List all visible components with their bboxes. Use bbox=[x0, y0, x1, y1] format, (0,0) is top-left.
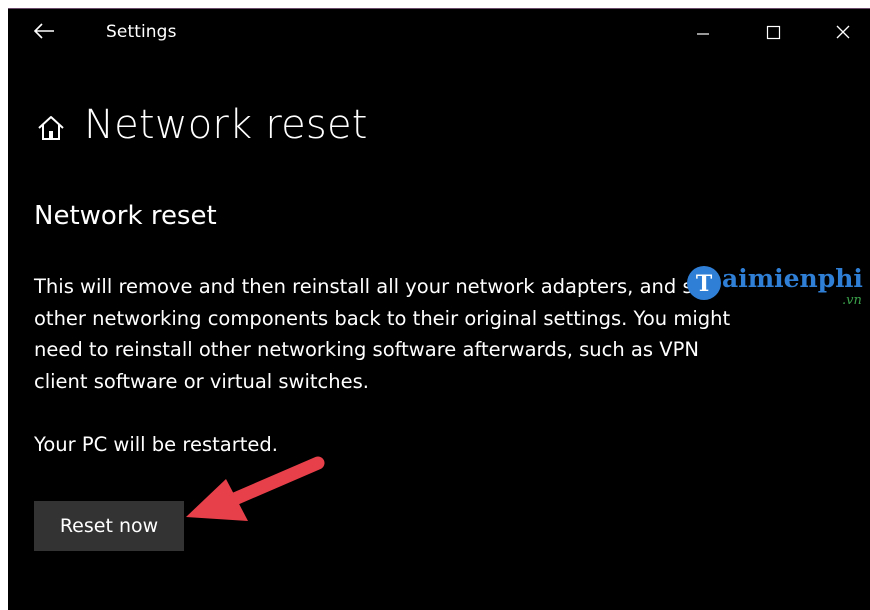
back-button[interactable] bbox=[30, 19, 58, 43]
svg-text:T: T bbox=[696, 271, 713, 297]
title-bar: Settings bbox=[8, 9, 870, 57]
watermark-badge-icon: T bbox=[687, 266, 721, 300]
section-title: Network reset bbox=[34, 201, 217, 231]
page-title: Network reset bbox=[84, 102, 368, 148]
watermark-text: aimienphi bbox=[722, 264, 863, 293]
maximize-icon bbox=[766, 25, 781, 40]
watermark-suffix: .vn bbox=[842, 293, 862, 308]
watermark-logo: T aimienphi .vn bbox=[682, 263, 870, 319]
annotation-arrow-icon bbox=[186, 456, 325, 521]
description-text: This will remove and then reinstall all … bbox=[34, 275, 731, 393]
minimize-button[interactable] bbox=[680, 15, 726, 49]
home-icon bbox=[38, 116, 64, 140]
minimize-icon bbox=[697, 33, 709, 35]
settings-window: Settings Network reset Network reset Thi… bbox=[8, 8, 870, 610]
back-arrow-icon bbox=[33, 23, 54, 39]
reset-now-button[interactable]: Reset now bbox=[34, 501, 184, 551]
window-title: Settings bbox=[106, 22, 177, 42]
maximize-button[interactable] bbox=[750, 15, 796, 49]
page-header: Network reset bbox=[34, 97, 368, 153]
close-button[interactable] bbox=[820, 15, 866, 49]
close-icon bbox=[836, 25, 850, 39]
